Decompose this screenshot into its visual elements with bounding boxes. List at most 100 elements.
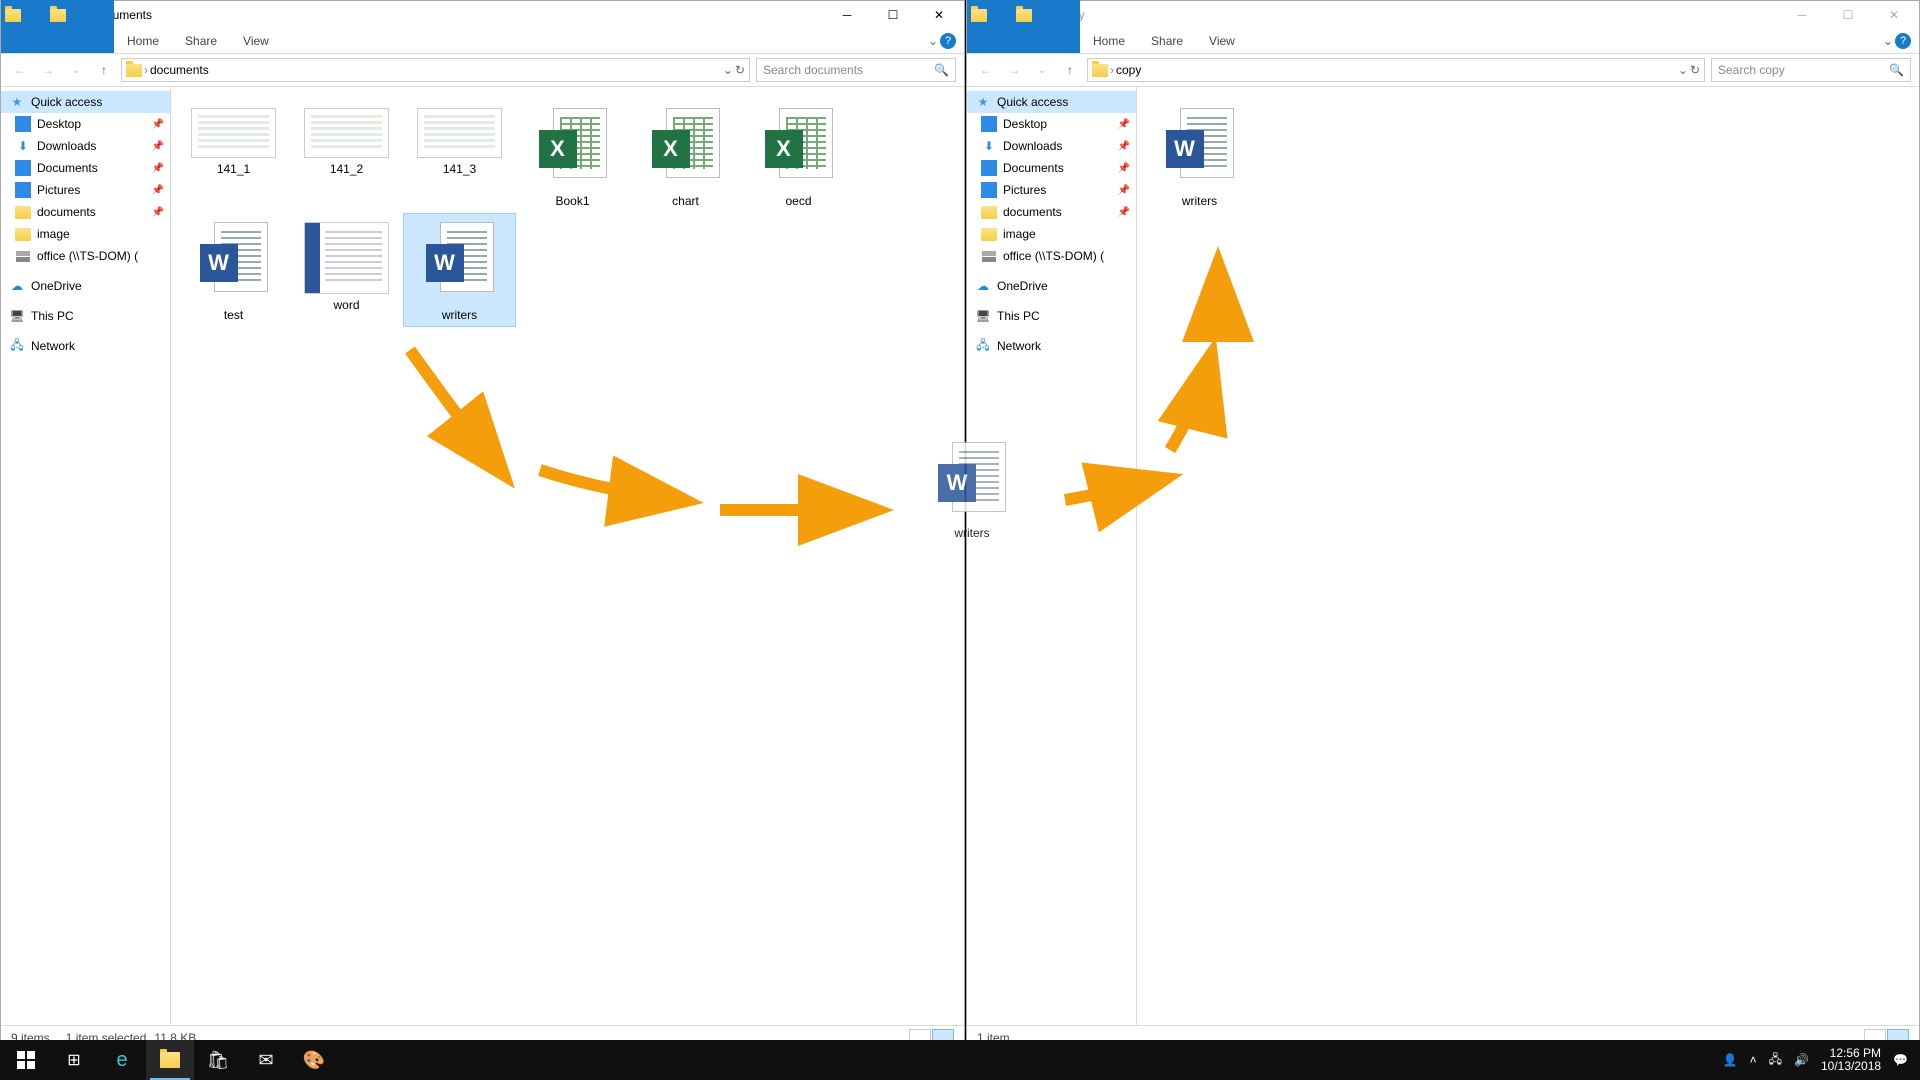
nav-documents[interactable]: Documents📌 (967, 157, 1136, 179)
recent-button[interactable]: ⌄ (1031, 59, 1053, 81)
nav-pictures[interactable]: Pictures📌 (1, 179, 170, 201)
nav-network-drive[interactable]: office (\\TS-DOM) ( (1, 245, 170, 267)
qat-folder-icon[interactable] (50, 9, 66, 22)
file-item[interactable]: 141_3 (403, 99, 516, 213)
system-tray[interactable]: 👤 ˄ 🖧 🔊 12:56 PM 10/13/2018 💬 (1713, 1047, 1918, 1073)
tray-people-icon[interactable]: 👤 (1723, 1053, 1738, 1067)
app-folder-icon (5, 9, 21, 22)
back-button[interactable]: ← (975, 59, 997, 81)
titlebar[interactable]: | ▾ | documents ─ ☐ ✕ (1, 1, 964, 29)
taskbar-explorer[interactable] (146, 1040, 194, 1080)
breadcrumb-text[interactable]: documents (150, 63, 209, 77)
nav-desktop[interactable]: Desktop📌 (967, 113, 1136, 135)
taskbar-paint[interactable]: 🎨 (290, 1040, 338, 1080)
search-input[interactable]: Search documents 🔍 (756, 58, 956, 82)
taskbar-edge[interactable]: e (98, 1040, 146, 1080)
nav-folder-image[interactable]: image (967, 223, 1136, 245)
nav-onedrive[interactable]: ☁OneDrive (1, 275, 170, 297)
file-item[interactable]: Wtest (177, 213, 290, 327)
titlebar[interactable]: | ▾ | copy ─ ☐ ✕ (967, 1, 1919, 29)
ribbon-expand-icon[interactable]: ⌄ (928, 34, 938, 48)
tab-home[interactable]: Home (114, 29, 172, 53)
search-input[interactable]: Search copy 🔍 (1711, 58, 1911, 82)
file-list[interactable]: Wwriters (1137, 87, 1919, 1025)
task-view-button[interactable]: ⊞ (50, 1040, 98, 1080)
nav-downloads[interactable]: ⬇Downloads📌 (1, 135, 170, 157)
nav-this-pc[interactable]: 🖥This PC (967, 305, 1136, 327)
taskbar[interactable]: ⊞ e 🛍 ✉ 🎨 👤 ˄ 🖧 🔊 12:56 PM 10/13/2018 💬 (0, 1040, 1920, 1080)
close-button[interactable]: ✕ (1871, 1, 1917, 29)
up-button[interactable]: ↑ (1059, 59, 1081, 81)
nav-folder-image[interactable]: image (1, 223, 170, 245)
file-item[interactable]: Wwriters (403, 213, 516, 327)
action-center-icon[interactable]: 💬 (1893, 1053, 1908, 1067)
file-item[interactable]: word (290, 213, 403, 327)
nav-network-drive[interactable]: office (\\TS-DOM) ( (967, 245, 1136, 267)
nav-folder-documents[interactable]: documents📌 (1, 201, 170, 223)
chevron-right-icon[interactable]: › (142, 63, 150, 77)
nav-network[interactable]: 🖧Network (1, 335, 170, 357)
nav-desktop[interactable]: Desktop📌 (1, 113, 170, 135)
nav-quick-access[interactable]: ★Quick access (1, 91, 170, 113)
image-thumb-icon (417, 108, 502, 158)
desktop-icon (981, 116, 997, 132)
ribbon-expand-icon[interactable]: ⌄ (1883, 34, 1893, 48)
taskbar-store[interactable]: 🛍 (194, 1040, 242, 1080)
nav-downloads[interactable]: ⬇Downloads📌 (967, 135, 1136, 157)
tab-home[interactable]: Home (1080, 29, 1138, 53)
file-name: 141_3 (443, 162, 476, 176)
close-button[interactable]: ✕ (916, 1, 962, 29)
chevron-right-icon[interactable]: › (1108, 63, 1116, 77)
refresh-icon[interactable]: ↻ (1690, 63, 1700, 77)
tray-network-icon[interactable]: 🖧 (1769, 1050, 1782, 1071)
file-item[interactable]: Wwriters (1143, 99, 1256, 213)
file-item[interactable]: XBook1 (516, 99, 629, 213)
file-item[interactable]: 141_1 (177, 99, 290, 213)
address-dropdown-icon[interactable]: ⌄ (1678, 63, 1688, 77)
qat-folder-icon[interactable] (1016, 9, 1032, 22)
forward-button[interactable]: → (37, 59, 59, 81)
tray-overflow-icon[interactable]: ˄ (1750, 1053, 1757, 1067)
recent-button[interactable]: ⌄ (65, 59, 87, 81)
search-icon[interactable]: 🔍 (1889, 63, 1904, 77)
search-icon[interactable]: 🔍 (934, 63, 949, 77)
file-item[interactable]: 141_2 (290, 99, 403, 213)
nav-quick-access[interactable]: ★Quick access (967, 91, 1136, 113)
help-icon[interactable]: ? (940, 33, 956, 49)
file-item[interactable]: Xoecd (742, 99, 855, 213)
nav-onedrive[interactable]: ☁OneDrive (967, 275, 1136, 297)
tab-share[interactable]: Share (1138, 29, 1196, 53)
minimize-button[interactable]: ─ (824, 1, 870, 29)
start-button[interactable] (2, 1040, 50, 1080)
file-list[interactable]: 141_1141_2 141_3 XBook1XchartXoecd Wtestwor… (171, 87, 964, 1025)
address-box[interactable]: › copy ⌄ ↻ (1087, 58, 1705, 82)
maximize-button[interactable]: ☐ (1825, 1, 1871, 29)
tab-view[interactable]: View (230, 29, 282, 53)
nav-folder-documents[interactable]: documents📌 (967, 201, 1136, 223)
nav-pictures[interactable]: Pictures📌 (967, 179, 1136, 201)
back-button[interactable]: ← (9, 59, 31, 81)
nav-network[interactable]: 🖧Network (967, 335, 1136, 357)
help-icon[interactable]: ? (1895, 33, 1911, 49)
maximize-button[interactable]: ☐ (870, 1, 916, 29)
address-bar: ← → ⌄ ↑ › documents ⌄ ↻ Search documents… (1, 54, 964, 87)
taskbar-clock[interactable]: 12:56 PM 10/13/2018 (1821, 1047, 1881, 1073)
pin-icon: 📌 (152, 185, 164, 196)
tab-share[interactable]: Share (172, 29, 230, 53)
excel-file-icon: X (652, 108, 720, 190)
tab-file[interactable]: File (1, 0, 114, 53)
nav-this-pc[interactable]: 🖥This PC (1, 305, 170, 327)
file-item[interactable]: Xchart (629, 99, 742, 213)
address-box[interactable]: › documents ⌄ ↻ (121, 58, 750, 82)
tab-file[interactable]: File (967, 0, 1080, 53)
breadcrumb-text[interactable]: copy (1116, 63, 1141, 77)
tray-volume-icon[interactable]: 🔊 (1794, 1053, 1809, 1067)
tab-view[interactable]: View (1196, 29, 1248, 53)
refresh-icon[interactable]: ↻ (735, 63, 745, 77)
address-dropdown-icon[interactable]: ⌄ (723, 63, 733, 77)
up-button[interactable]: ↑ (93, 59, 115, 81)
forward-button[interactable]: → (1003, 59, 1025, 81)
nav-documents[interactable]: Documents📌 (1, 157, 170, 179)
minimize-button[interactable]: ─ (1779, 1, 1825, 29)
taskbar-mail[interactable]: ✉ (242, 1040, 290, 1080)
